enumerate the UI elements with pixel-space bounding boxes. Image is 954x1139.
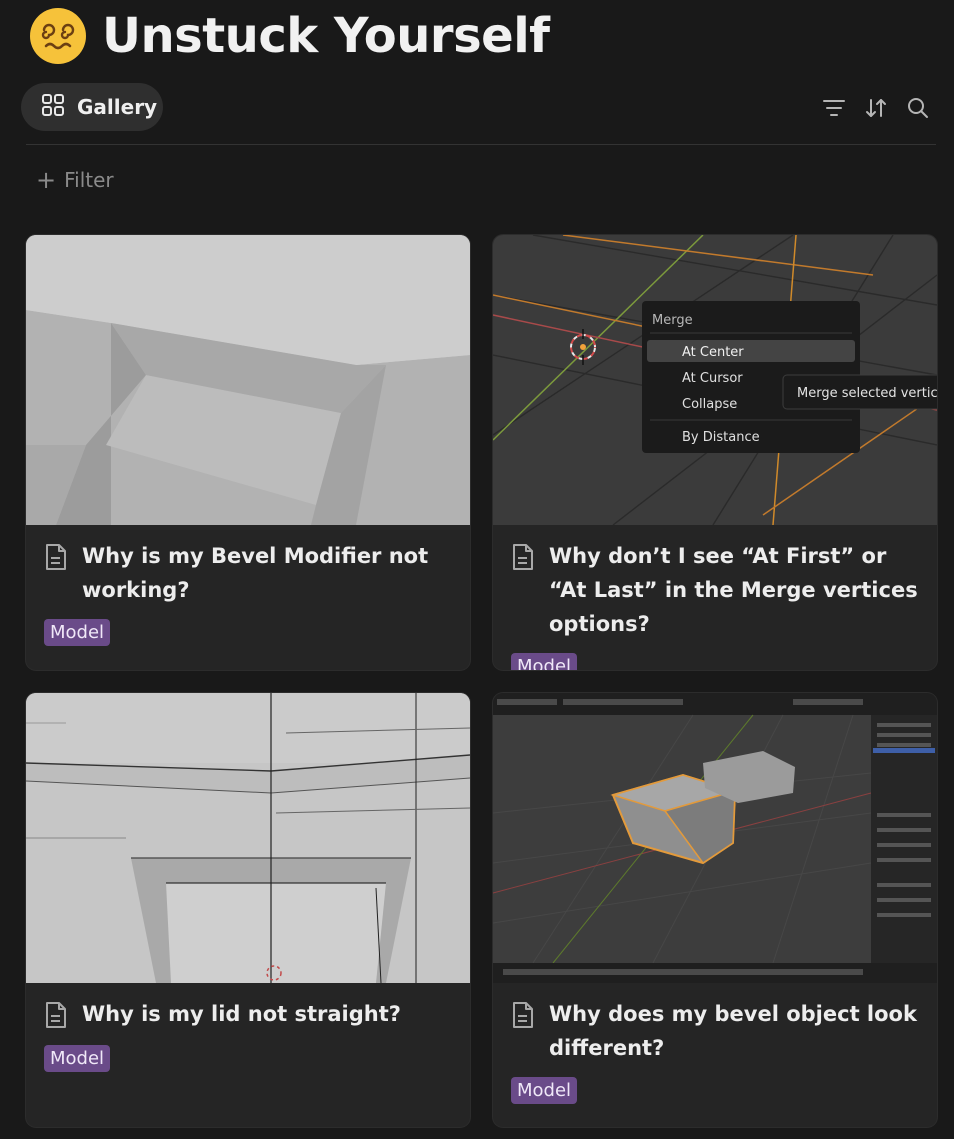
gallery-card[interactable]: Why is my Bevel Modifier not working? Mo… <box>26 235 470 670</box>
card-title: Why is my Bevel Modifier not working? <box>82 544 429 602</box>
page-icon <box>44 1001 72 1033</box>
gallery-card[interactable]: Why does my bevel object look different?… <box>493 693 937 1127</box>
menu-item-at-center[interactable]: At Center <box>682 345 744 360</box>
gallery-card[interactable]: Merge At Center At Cursor Collapse By Di… <box>493 235 937 670</box>
header-divider <box>26 144 936 145</box>
card-title: Why don’t I see “At First” or “At Last” … <box>549 544 918 636</box>
menu-title: Merge <box>652 313 693 328</box>
tag-badge: Model <box>44 1045 111 1072</box>
plus-icon: + <box>36 166 57 194</box>
gallery-grid-icon <box>41 93 65 121</box>
page-icon <box>511 1001 539 1065</box>
card-title: Why is my lid not straight? <box>82 1002 401 1026</box>
page-icon <box>44 543 72 607</box>
merge-tooltip: Merge selected vertices <box>797 386 937 401</box>
blender-viewport-cover-image <box>493 693 937 983</box>
page-icon <box>511 543 539 641</box>
filter-label: Filter <box>64 168 114 192</box>
add-filter-button[interactable]: + Filter <box>36 168 114 192</box>
dizzy-face-icon <box>30 8 86 64</box>
menu-item-by-distance[interactable]: By Distance <box>682 430 760 445</box>
menu-item-at-cursor[interactable]: At Cursor <box>682 371 743 386</box>
page-title: Unstuck Yourself <box>102 8 550 64</box>
tag-badge: Model <box>511 1077 578 1104</box>
tag-badge: Model <box>44 619 111 646</box>
page-header: Unstuck Yourself <box>30 8 550 64</box>
gallery-card[interactable]: Why is my lid not straight? Model <box>26 693 470 1127</box>
tag-badge: Model <box>511 653 578 670</box>
sort-arrows-icon[interactable] <box>864 96 888 120</box>
menu-item-collapse[interactable]: Collapse <box>682 397 737 412</box>
filter-lines-icon[interactable] <box>822 96 846 120</box>
card-title: Why does my bevel object look different? <box>549 1002 917 1060</box>
merge-menu-cover-image: Merge At Center At Cursor Collapse By Di… <box>493 235 937 525</box>
bevel-modifier-cover-image <box>26 235 470 525</box>
search-icon[interactable] <box>906 96 930 120</box>
view-toolbar <box>822 96 930 120</box>
tab-gallery[interactable]: Gallery <box>21 83 163 131</box>
lid-cover-image <box>26 693 470 983</box>
tab-gallery-label: Gallery <box>77 95 158 119</box>
